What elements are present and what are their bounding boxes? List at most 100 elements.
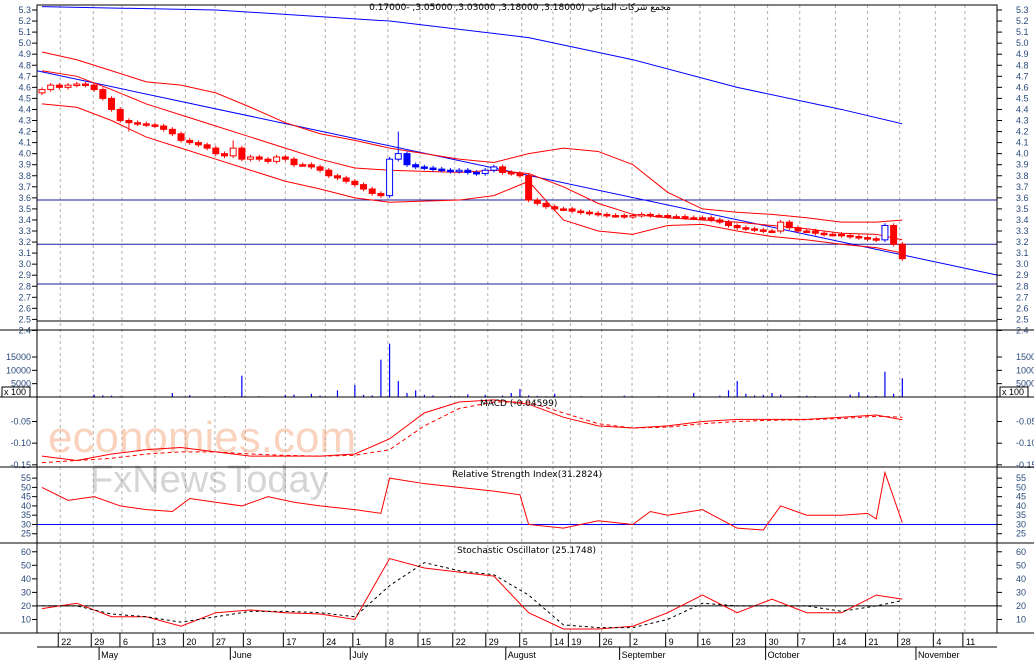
chart-title: مجمع شركات المناعي (3.18000, 3.18000, 3.… (369, 3, 671, 13)
candle-body (238, 147, 246, 160)
watermark-fxnewstoday: FxNewsToday (90, 459, 329, 501)
candle-body (594, 212, 602, 216)
price-axis-tick-left: 4.9 (18, 49, 31, 59)
price-axis-tick-right: 4.4 (1016, 104, 1029, 114)
price-axis-tick-right: 3.6 (1016, 193, 1029, 203)
price-axis-tick-left: 3.4 (18, 215, 31, 225)
day-label: 8 (389, 637, 394, 647)
candle-body (420, 166, 428, 169)
rsi-axis-tick-right: 25 (1016, 529, 1026, 539)
candle-body (177, 133, 185, 141)
price-axis-tick-right: 3.0 (1016, 259, 1029, 269)
month-label: August (508, 650, 537, 660)
price-axis-tick-left: 3.9 (18, 160, 31, 170)
candle-body (55, 84, 63, 88)
price-axis-tick-right: 2.8 (1016, 281, 1029, 291)
candle-body (820, 232, 828, 236)
candle-body (864, 237, 872, 240)
price-axis-tick-left: 2.7 (18, 292, 31, 302)
price-axis-tick-left: 2.6 (18, 303, 31, 313)
candle-body (368, 188, 376, 194)
candle-body (473, 171, 480, 175)
candle-body (803, 230, 811, 233)
stock-chart: economies.com FxNewsToday 5.3 5.35.2 5.25.… (0, 0, 1034, 660)
price-axis-tick-right: 2.7 (1016, 292, 1029, 302)
candle-body (811, 230, 819, 234)
macd-axis-tick-left: -0.05 (10, 417, 31, 427)
candle-body (603, 213, 611, 217)
candle-body (490, 166, 498, 171)
day-label: 7 (801, 637, 806, 647)
candle-body (872, 238, 880, 241)
candle-body (47, 84, 55, 91)
price-axis-tick-right: 3.7 (1016, 182, 1029, 192)
day-label: 19 (571, 637, 581, 647)
candle-body (247, 156, 255, 160)
month-label: May (101, 650, 119, 660)
candle-body (890, 224, 898, 245)
day-label: 22 (61, 637, 71, 647)
price-axis-tick-right: 5.0 (1016, 38, 1029, 48)
candle-body (273, 156, 281, 162)
candle-body (698, 217, 706, 220)
stochastic-axis-tick-right: 60 (1016, 547, 1026, 557)
candle-body (438, 168, 446, 172)
candle-body (777, 221, 785, 232)
candle-body (646, 213, 654, 217)
candle-body (125, 120, 133, 124)
price-axis-tick-right: 4.6 (1016, 82, 1029, 92)
candle-body (481, 169, 489, 175)
month-label: June (232, 650, 252, 660)
candle-body (855, 236, 863, 239)
price-axis-tick-left: 5.2 (18, 16, 31, 26)
day-label: 21 (869, 637, 879, 647)
day-label: 26 (603, 637, 613, 647)
volume-unit-label: x 100 (4, 387, 26, 397)
price-axis-tick-left: 3.6 (18, 193, 31, 203)
watermark-economies: economies.com (48, 413, 356, 462)
stochastic-axis-tick-right: 20 (1016, 601, 1026, 611)
candle-body (220, 153, 228, 157)
candle-body (281, 156, 289, 160)
candle-body (160, 125, 168, 130)
candle-body (429, 167, 437, 171)
candle-body (168, 128, 176, 135)
price-axis-tick-right: 4.2 (1016, 127, 1029, 137)
day-label: 13 (156, 637, 166, 647)
candle-body (846, 234, 854, 238)
price-axis-tick-right: 4.9 (1016, 49, 1029, 59)
stochastic-axis-tick-left: 10 (21, 614, 31, 624)
price-axis-tick-left: 4.0 (18, 149, 31, 159)
price-axis-tick-left: 5.0 (18, 38, 31, 48)
candle-body (186, 139, 194, 144)
candle-body (394, 153, 402, 160)
month-label: October (768, 650, 800, 660)
price-axis-tick-left: 4.3 (18, 116, 31, 126)
day-label: 14 (836, 637, 846, 647)
volume-axis-tick-right: 15000 (1016, 352, 1034, 362)
candle-body (360, 184, 368, 190)
candle-body (525, 175, 533, 201)
candle-body (533, 199, 541, 204)
candle-body (455, 169, 463, 173)
price-axis-tick-left: 3.7 (18, 182, 31, 192)
candle-body (316, 166, 324, 171)
candle-body (290, 158, 298, 166)
price-axis-tick-left: 4.4 (18, 104, 31, 114)
candle-body (681, 216, 689, 219)
price-axis-tick-left: 4.8 (18, 60, 31, 70)
candle-body (898, 243, 906, 260)
candle-body (707, 217, 715, 221)
candle-body (620, 215, 628, 218)
price-axis-tick-left: 3.1 (18, 248, 31, 258)
candle-body (412, 164, 420, 168)
price-axis-tick-right: 4.7 (1016, 71, 1029, 81)
day-label: 20 (186, 637, 196, 647)
candle-body (759, 229, 767, 232)
day-label: 17 (286, 637, 296, 647)
candle-body (386, 158, 394, 197)
candle-body (403, 153, 411, 166)
candle-body (837, 233, 845, 237)
day-label: 4 (936, 637, 941, 647)
price-axis-tick-right: 2.9 (1016, 270, 1029, 280)
